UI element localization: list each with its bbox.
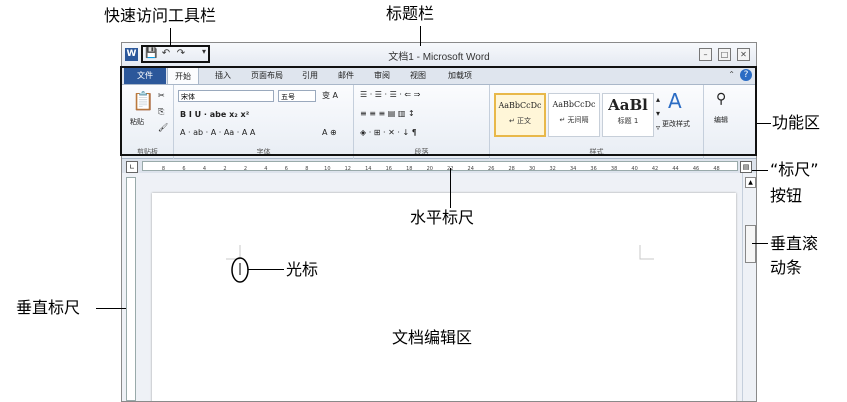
view-ruler-button[interactable]: ▤ xyxy=(740,161,752,173)
vertical-scrollbar[interactable]: ▲ xyxy=(742,173,756,401)
ruler-tick-label: 32 xyxy=(549,166,555,170)
label-ruler-button-1: “标尺” xyxy=(770,160,819,179)
ruler-tick-label: 36 xyxy=(590,166,596,170)
ruler-tick-label: 30 xyxy=(529,166,535,170)
window-controls: – □ ✕ xyxy=(699,48,750,61)
leader-quick-access xyxy=(170,28,171,46)
label-vertical-scroll-2: 动条 xyxy=(770,258,803,277)
ruler-tick-label: 16 xyxy=(386,166,392,170)
ruler-tick-label: 24 xyxy=(468,166,474,170)
label-vertical-scroll-1: 垂直滚 xyxy=(770,234,819,253)
ruler-tick-label: 12 xyxy=(345,166,351,170)
ruler-tick-label: 10 xyxy=(324,166,330,170)
maximize-button[interactable]: □ xyxy=(718,48,731,61)
leader-cursor xyxy=(248,269,284,270)
leader-vertical-ruler xyxy=(96,308,126,309)
label-title-bar: 标题栏 xyxy=(386,4,435,23)
minimize-button[interactable]: – xyxy=(699,48,712,61)
ruler-tick-label: 4 xyxy=(203,166,206,170)
label-ribbon: 功能区 xyxy=(772,113,821,132)
leader-ruler-button xyxy=(752,170,768,171)
ruler-tick-label: 20 xyxy=(427,166,433,170)
ruler-ticks: 8642246810121416182022242628303234363840… xyxy=(162,166,720,170)
ruler-tick-label: 34 xyxy=(570,166,576,170)
ruler-tick-label: 2 xyxy=(223,166,226,170)
scroll-thumb[interactable] xyxy=(745,225,756,263)
ruler-row: ∟ 86422468101214161820222426283032343638… xyxy=(122,159,756,173)
vertical-ruler[interactable] xyxy=(126,177,136,401)
ruler-tick-label: 2 xyxy=(244,166,247,170)
ruler-tick-label: 42 xyxy=(652,166,658,170)
leader-vertical-scroll xyxy=(752,243,768,244)
ruler-tick-label: 40 xyxy=(631,166,637,170)
label-cursor: 光标 xyxy=(286,260,319,279)
label-quick-access: 快速访问工具栏 xyxy=(104,6,217,25)
ribbon-highlight-frame xyxy=(120,66,757,156)
ruler-tick-label: 6 xyxy=(285,166,288,170)
ruler-tick-label: 28 xyxy=(509,166,515,170)
leader-ribbon xyxy=(757,123,771,124)
ruler-tick-label: 14 xyxy=(365,166,371,170)
leader-horizontal-ruler xyxy=(450,168,451,208)
ruler-tick-label: 18 xyxy=(406,166,412,170)
ruler-tick-label: 38 xyxy=(611,166,617,170)
scroll-up-icon[interactable]: ▲ xyxy=(745,177,756,188)
document-title: 文档1 - Microsoft Word xyxy=(388,52,490,63)
ruler-tick-label: 4 xyxy=(264,166,267,170)
horizontal-ruler[interactable]: 8642246810121416182022242628303234363840… xyxy=(142,161,738,171)
tab-selector-icon[interactable]: ∟ xyxy=(126,161,138,173)
label-ruler-button-2: 按钮 xyxy=(770,186,803,205)
leader-title-bar xyxy=(420,26,421,46)
ruler-tick-label: 46 xyxy=(693,166,699,170)
label-vertical-ruler: 垂直标尺 xyxy=(16,298,81,317)
close-button[interactable]: ✕ xyxy=(737,48,750,61)
ruler-tick-label: 8 xyxy=(305,166,308,170)
ruler-tick-label: 8 xyxy=(162,166,165,170)
ruler-tick-label: 48 xyxy=(713,166,719,170)
ruler-tick-label: 6 xyxy=(182,166,185,170)
label-doc-area: 文档编辑区 xyxy=(392,328,473,347)
ruler-tick-label: 44 xyxy=(672,166,678,170)
label-horizontal-ruler: 水平标尺 xyxy=(410,208,475,227)
title-bar: W 💾 ↶ ↷ ▾ 文档1 - Microsoft Word – □ ✕ xyxy=(122,43,756,67)
ruler-tick-label: 26 xyxy=(488,166,494,170)
